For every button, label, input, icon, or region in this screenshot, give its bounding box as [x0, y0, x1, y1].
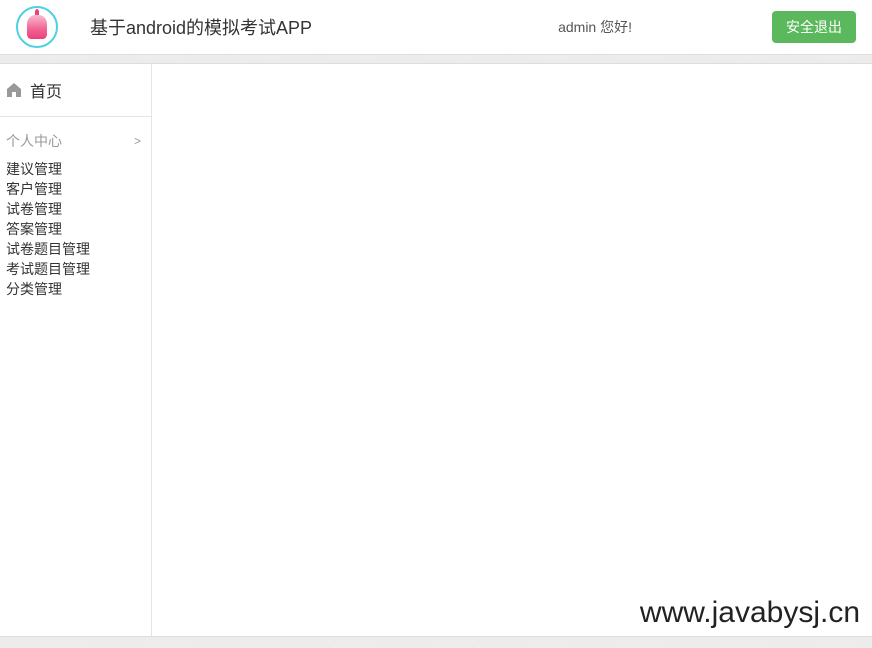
section-title: 个人中心: [6, 131, 62, 151]
sidebar-item-paper-question[interactable]: 试卷题目管理: [6, 239, 151, 259]
app-logo: [16, 6, 58, 48]
header: 基于android的模拟考试APP admin 您好! 安全退出: [0, 0, 872, 54]
header-right: admin 您好! 安全退出: [558, 11, 856, 43]
logout-button[interactable]: 安全退出: [772, 11, 856, 43]
watermark: www.javabysj.cn: [640, 596, 860, 630]
cupcake-icon: [27, 15, 47, 39]
user-greeting: admin 您好!: [558, 17, 632, 37]
bottom-divider: [0, 636, 872, 648]
sidebar-item-answer[interactable]: 答案管理: [6, 219, 151, 239]
sidebar-item-exam-paper[interactable]: 试卷管理: [6, 199, 151, 219]
sidebar-home[interactable]: 首页: [0, 64, 151, 117]
sidebar: 首页 个人中心 > 建议管理 客户管理 试卷管理 答案管理 试卷题目管理 考试题…: [0, 64, 152, 648]
logo-container: 基于android的模拟考试APP: [16, 6, 312, 48]
home-icon: [6, 82, 22, 98]
top-divider: [0, 54, 872, 64]
content-area: [152, 64, 872, 648]
sidebar-item-customer[interactable]: 客户管理: [6, 179, 151, 199]
chevron-right-icon: >: [134, 134, 141, 148]
sidebar-item-category[interactable]: 分类管理: [6, 279, 151, 299]
sidebar-section-personal[interactable]: 个人中心 >: [0, 117, 151, 159]
menu-list: 建议管理 客户管理 试卷管理 答案管理 试卷题目管理 考试题目管理 分类管理: [0, 159, 151, 299]
sidebar-item-suggestion[interactable]: 建议管理: [6, 159, 151, 179]
main-area: 首页 个人中心 > 建议管理 客户管理 试卷管理 答案管理 试卷题目管理 考试题…: [0, 64, 872, 648]
app-title: 基于android的模拟考试APP: [90, 14, 312, 40]
sidebar-item-exam-question[interactable]: 考试题目管理: [6, 259, 151, 279]
home-label: 首页: [30, 78, 62, 102]
